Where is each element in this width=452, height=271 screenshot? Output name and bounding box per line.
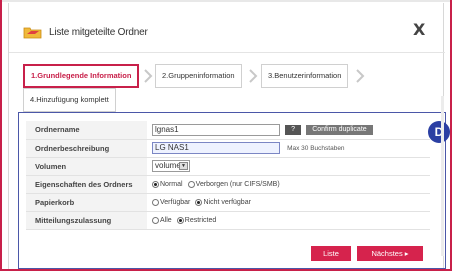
- form-row-volume: Volumen volume1 ▼: [26, 157, 430, 176]
- volume-select[interactable]: volume1 ▼: [152, 160, 190, 172]
- radio-hidden-label[interactable]: Verborgen (nur CIFS/SMB): [196, 181, 280, 188]
- chevron-right-icon: [356, 69, 365, 83]
- chevron-down-icon[interactable]: ▼: [179, 162, 188, 170]
- radio-available[interactable]: [152, 199, 159, 207]
- step-4-complete[interactable]: 4.Hinzufügung komplett: [23, 88, 116, 112]
- dialog-header: Liste mitgeteilte Ordner X: [9, 3, 445, 53]
- form-row-properties: Eigenschaften des Ordners Normal Verborg…: [26, 175, 430, 194]
- description-hint: Max 30 Buchstaben: [287, 144, 345, 152]
- confirm-duplicate-button[interactable]: Confirm duplicate: [306, 124, 373, 135]
- form-row-share-permission: Mitteilungszulassung Alle Restricted: [26, 211, 430, 230]
- radio-all[interactable]: [152, 217, 159, 225]
- form-row-foldername: Ordnername lgnas1 ? Confirm duplicate: [26, 121, 430, 140]
- foldername-label: Ordnername: [26, 121, 147, 140]
- help-button[interactable]: ?: [285, 124, 302, 135]
- step-3-user-info[interactable]: 3.Benutzerinformation: [261, 64, 349, 88]
- radio-unavailable-label[interactable]: Nicht verfügbar: [203, 199, 250, 206]
- form-row-description: Ordnerbeschreibung LG NAS1 Max 30 Buchst…: [26, 139, 430, 158]
- radio-unavailable[interactable]: [195, 199, 203, 207]
- chevron-right-icon: [144, 69, 153, 83]
- properties-label: Eigenschaften des Ordners: [26, 175, 147, 194]
- close-button[interactable]: X: [413, 20, 425, 39]
- radio-restricted-label[interactable]: Restricted: [185, 217, 217, 224]
- foldername-input[interactable]: lgnas1: [152, 123, 280, 136]
- recycle-bin-label: Papierkorb: [26, 193, 147, 212]
- form-row-recycle-bin: Papierkorb Verfügbar Nicht verfügbar: [26, 193, 430, 212]
- radio-normal-label[interactable]: Normal: [160, 181, 183, 188]
- scrollbar[interactable]: [441, 96, 444, 256]
- dialog-title: Liste mitgeteilte Ordner: [49, 27, 148, 38]
- radio-available-label[interactable]: Verfügbar: [160, 199, 190, 206]
- radio-normal[interactable]: [152, 181, 159, 189]
- description-label: Ordnerbeschreibung: [26, 139, 147, 158]
- marker-badge: D: [428, 121, 450, 143]
- folder-form: Ordnername lgnas1 ? Confirm duplicate Or…: [26, 121, 430, 230]
- share-permission-label: Mitteilungszulassung: [26, 211, 147, 230]
- next-button[interactable]: Nächstes ▸: [357, 246, 423, 261]
- radio-restricted[interactable]: [176, 217, 184, 225]
- radio-all-label[interactable]: Alle: [160, 217, 172, 224]
- shared-folder-icon: [23, 27, 42, 39]
- volume-label: Volumen: [26, 157, 147, 176]
- radio-hidden[interactable]: [187, 181, 195, 189]
- step-2-group-info[interactable]: 2.Gruppeninformation: [155, 64, 242, 88]
- step-1-basic-info[interactable]: 1.Grundlegende Information: [23, 64, 140, 88]
- chevron-right-icon: [249, 69, 258, 83]
- description-input[interactable]: LG NAS1: [152, 142, 280, 154]
- list-button[interactable]: Liste: [311, 246, 351, 261]
